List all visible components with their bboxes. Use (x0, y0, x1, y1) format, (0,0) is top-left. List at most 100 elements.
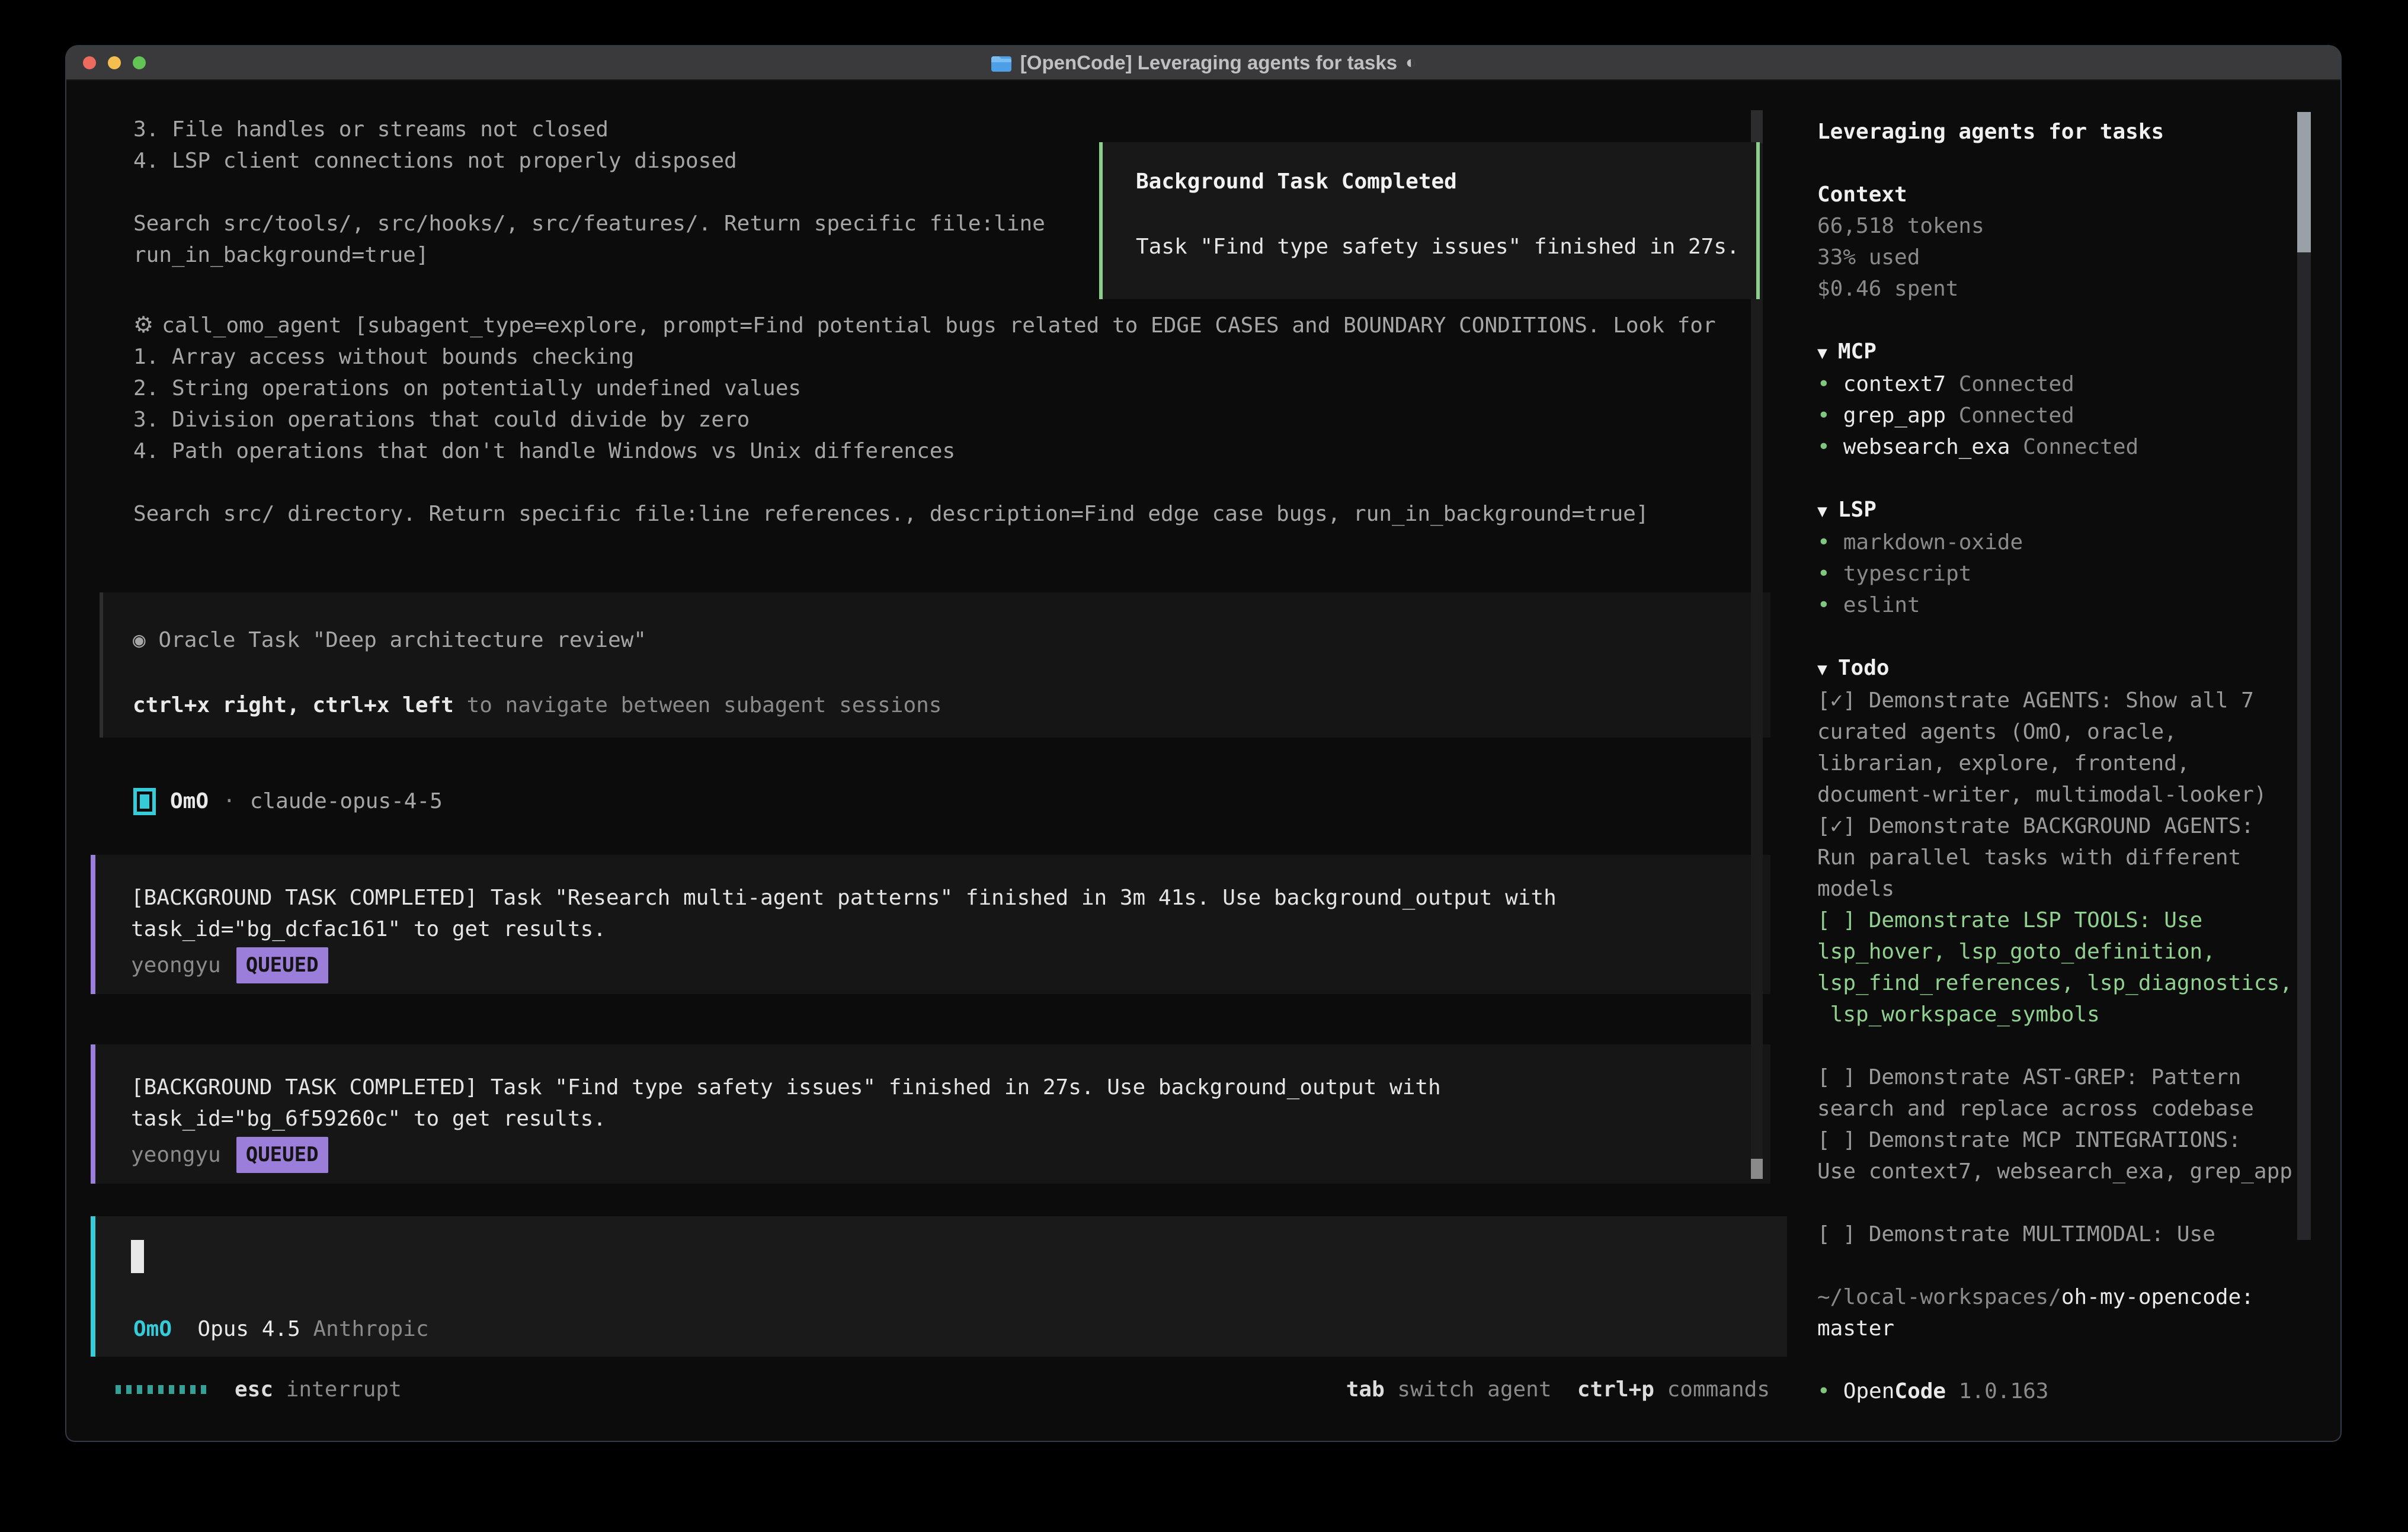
task-user: yeongyu (131, 1139, 221, 1171)
scrollback-line (133, 177, 1045, 208)
lsp-name: typescript (1843, 562, 1972, 586)
opencode-terminal-window: [OpenCode] Leveraging agents for tasks ◐… (66, 46, 2340, 1441)
background-task-result[interactable]: [BACKGROUND TASK COMPLETED] Task "Resear… (91, 855, 1770, 994)
task-user: yeongyu (131, 950, 221, 981)
agent-model: claude-opus-4-5 (250, 786, 443, 817)
queued-status-badge: QUEUED (236, 947, 328, 983)
lsp-item: • markdown-oxide (1817, 527, 2339, 558)
todo-item-done: [✓] Demonstrate BACKGROUND AGENTS: Run p… (1817, 810, 2339, 905)
todo-item-done: [✓] Demonstrate AGENTS: Show all 7 curat… (1817, 685, 2339, 810)
tab-key-label: switch agent (1385, 1374, 1552, 1405)
scrollback-text: 3. File handles or streams not closed 4.… (133, 114, 1045, 271)
hint-keys: ctrl+x right, ctrl+x left (133, 693, 454, 717)
oracle-task-title: ◉ Oracle Task "Deep architecture review" (133, 624, 1770, 656)
mcp-status: Connected (2010, 435, 2138, 459)
window-title-text: [OpenCode] Leveraging agents for tasks (1020, 52, 1397, 74)
input-status-row: OmO Opus 4.5 Anthropic (133, 1313, 429, 1345)
bullet-icon: • (1817, 530, 1830, 555)
toast-title: Background Task Completed (1136, 166, 1756, 197)
lsp-section-header[interactable]: ▼LSP (1817, 494, 2339, 527)
main-scrollbar-top-segment (1751, 110, 1763, 143)
tool-call-text: call_omo_agent [subagent_type=explore, p… (162, 313, 1716, 338)
opencode-version: •OpenCode 1.0.163 (1817, 1376, 2339, 1407)
mcp-status: Connected (1946, 403, 2074, 428)
esc-key-label: interrupt (273, 1374, 402, 1405)
bullet-icon: • (1817, 372, 1830, 396)
context-header: Context (1817, 179, 2339, 210)
window-title: [OpenCode] Leveraging agents for tasks ◐ (66, 52, 2340, 74)
mcp-name: websearch_exa (1843, 435, 2010, 459)
chevron-down-icon: ▼ (1817, 659, 1827, 679)
bullet-icon: • (1817, 1379, 1830, 1403)
status-right: tab switch agent ctrl+p commands (1346, 1374, 1770, 1405)
background-task-result[interactable]: [BACKGROUND TASK COMPLETED] Task "Find t… (91, 1044, 1770, 1184)
agent-header: OmO · claude-opus-4-5 (133, 786, 443, 817)
lsp-item: • eslint (1817, 589, 2339, 621)
queued-status-badge: QUEUED (236, 1137, 328, 1173)
sidebar: Leveraging agents for tasks Context 66,5… (1817, 116, 2339, 1407)
hint-text: to navigate between subagent sessions (454, 693, 942, 717)
session-title: Leveraging agents for tasks (1817, 116, 2339, 148)
desktop: [OpenCode] Leveraging agents for tasks ◐… (0, 0, 2408, 1532)
text-cursor (131, 1240, 144, 1273)
task-result-line: [BACKGROUND TASK COMPLETED] Task "Find t… (131, 1072, 1770, 1103)
task-meta-row: yeongyu QUEUED (131, 1139, 1770, 1171)
mcp-item: • context7 Connected (1817, 368, 2339, 400)
todo-item-pending: [ ] Demonstrate MULTIMODAL: Use (1817, 1219, 2339, 1250)
tool-call-line: 1. Array access without bounds checking (133, 341, 1716, 373)
status-bar: esc interrupt tab switch agent ctrl+p co… (116, 1374, 1770, 1405)
task-result-line: [BACKGROUND TASK COMPLETED] Task "Resear… (131, 882, 1770, 914)
terminal-app-icon (991, 53, 1012, 72)
titlebar: [OpenCode] Leveraging agents for tasks ◐ (66, 46, 2340, 81)
agent-name: OmO (170, 786, 209, 817)
mcp-status: Connected (1946, 372, 2074, 396)
tool-call-line: 2. String operations on potentially unde… (133, 373, 1716, 404)
fisheye-icon: ◉ (133, 628, 146, 652)
tool-call-line: 4. Path operations that don't handle Win… (133, 435, 1716, 467)
workspace-branch: master (1817, 1313, 2339, 1344)
todo-item-pending: [ ] Demonstrate AST-GREP: Pattern search… (1817, 1062, 2339, 1124)
status-left: esc interrupt (116, 1374, 402, 1405)
context-spent: $0.46 spent (1817, 273, 2339, 305)
prompt-input[interactable]: OmO Opus 4.5 Anthropic (91, 1216, 1787, 1357)
oracle-hint: ctrl+x right, ctrl+x left to navigate be… (133, 690, 1770, 721)
workspace-path: ~/local-workspaces/oh-my-opencode: (1817, 1281, 2339, 1313)
todo-item-active: [ ] Demonstrate LSP TOOLS: Use lsp_hover… (1817, 905, 2339, 1030)
commands-key-hint: ctrl+p (1577, 1374, 1654, 1405)
task-result-line: task_id="bg_6f59260c" to get results. (131, 1103, 1770, 1134)
chevron-down-icon: ▼ (1817, 501, 1827, 521)
tool-call-line: Search src/ directory. Return specific f… (133, 498, 1716, 530)
scrollback-line: 4. LSP client connections not properly d… (133, 145, 1045, 177)
task-result-line: task_id="bg_dcfac161" to get results. (131, 914, 1770, 945)
bullet-icon: • (1817, 435, 1830, 459)
active-agent-label: OmO (133, 1313, 172, 1345)
sidebar-scrollbar-track[interactable] (2297, 112, 2311, 1240)
mcp-name: context7 (1843, 372, 1946, 396)
task-meta-row: yeongyu QUEUED (131, 950, 1770, 981)
lsp-name: markdown-oxide (1843, 530, 2023, 555)
todo-section-header[interactable]: ▼Todo (1817, 652, 2339, 685)
agent-square-icon (133, 788, 156, 815)
toast-body: Task "Find type safety issues" finished … (1136, 231, 1756, 262)
provider-label: Anthropic (313, 1313, 428, 1345)
active-model-label: Opus 4.5 (197, 1313, 300, 1345)
bullet-icon: • (1817, 593, 1830, 617)
main-scrollbar-thumb[interactable] (1751, 1159, 1763, 1179)
mcp-section-header[interactable]: ▼MCP (1817, 336, 2339, 368)
tool-call-line (133, 467, 1716, 498)
tab-key-hint: tab (1346, 1374, 1385, 1405)
lsp-name: eslint (1843, 593, 1920, 617)
scrollback-line: run_in_background=true] (133, 239, 1045, 271)
commands-key-label: commands (1654, 1374, 1770, 1405)
scrollback-line: Search src/tools/, src/hooks/, src/featu… (133, 208, 1045, 239)
sidebar-scrollbar-thumb[interactable] (2297, 112, 2311, 252)
background-task-toast: Background Task Completed Task "Find typ… (1099, 142, 1760, 299)
gear-icon: ⚙ (133, 312, 153, 338)
separator-dot: · (223, 786, 236, 817)
context-tokens: 66,518 tokens (1817, 210, 2339, 242)
oracle-task-box[interactable]: ◉ Oracle Task "Deep architecture review"… (100, 592, 1770, 738)
scrollback-line: 3. File handles or streams not closed (133, 114, 1045, 145)
tool-call-block: ⚙ call_omo_agent [subagent_type=explore, … (133, 309, 1716, 530)
lsp-item: • typescript (1817, 558, 2339, 589)
bullet-icon: • (1817, 562, 1830, 586)
